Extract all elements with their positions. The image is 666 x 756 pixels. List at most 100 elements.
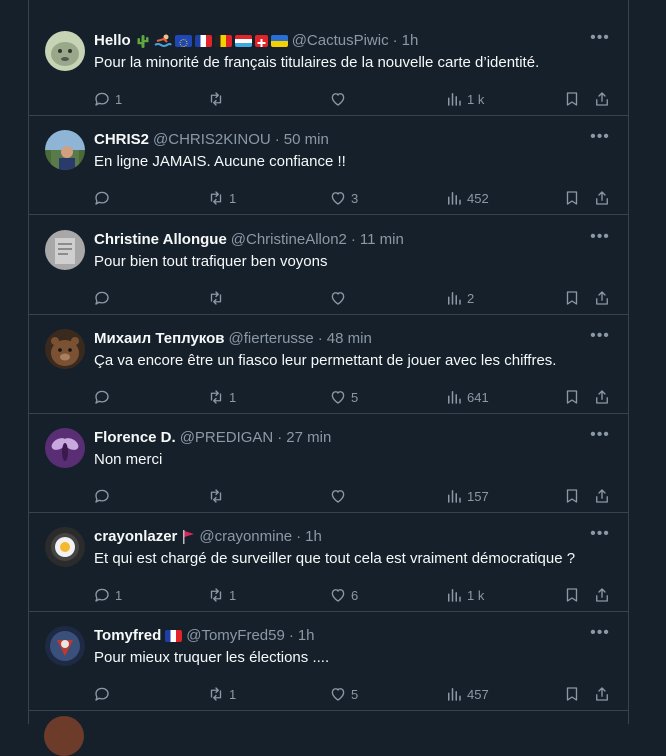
author-handle[interactable]: @CHRIS2KINOU <box>153 130 271 150</box>
like-button[interactable] <box>329 89 351 109</box>
share-button[interactable] <box>593 288 611 308</box>
author-name[interactable]: Tomyfred <box>94 626 161 646</box>
bookmark-button[interactable] <box>563 89 581 109</box>
reply-icon <box>95 687 109 701</box>
views-button[interactable]: 1 k <box>445 89 484 109</box>
avatar[interactable] <box>45 230 85 270</box>
more-options-icon[interactable]: ••• <box>590 625 610 646</box>
views-button[interactable]: 641 <box>445 387 489 407</box>
retweet-button[interactable]: 1 <box>207 684 236 704</box>
share-button[interactable] <box>593 486 611 506</box>
avatar[interactable] <box>45 626 85 666</box>
like-button[interactable]: 3 <box>329 188 358 208</box>
reply-button[interactable] <box>93 486 115 506</box>
like-button[interactable]: 5 <box>329 387 358 407</box>
views-button[interactable]: 457 <box>445 684 489 704</box>
timestamp[interactable]: 11 min <box>360 230 404 250</box>
tweet[interactable]: Florence D. @PREDIGAN · 27 min ••• Non m… <box>29 414 628 513</box>
tweet-text: Et qui est chargé de surveiller que tout… <box>94 550 576 567</box>
author-name[interactable]: Christine Allongue <box>94 230 227 250</box>
retweet-button[interactable] <box>207 288 229 308</box>
bookmark-icon <box>566 588 578 602</box>
bookmark-button[interactable] <box>563 288 581 308</box>
heart-icon <box>331 93 345 106</box>
retweet-button[interactable]: 1 <box>207 387 236 407</box>
author-name[interactable]: Florence D. <box>94 428 176 448</box>
bookmark-icon <box>566 687 578 701</box>
views-icon <box>448 688 461 701</box>
avatar[interactable] <box>45 428 85 468</box>
views-button[interactable]: 2 <box>445 288 474 308</box>
retweet-button[interactable] <box>207 89 229 109</box>
bookmark-button[interactable] <box>563 188 581 208</box>
avatar[interactable] <box>45 31 85 71</box>
author-name[interactable]: CHRIS2 <box>94 130 149 150</box>
like-button[interactable]: 5 <box>329 684 358 704</box>
tweet[interactable]: Christine Allongue @ChristineAllon2 · 11… <box>29 216 628 315</box>
share-icon <box>596 390 608 404</box>
views-icon <box>448 93 461 106</box>
timestamp[interactable]: 48 min <box>327 329 372 349</box>
like-button[interactable] <box>329 288 351 308</box>
timestamp[interactable]: 50 min <box>284 130 329 150</box>
tweet-header: Hello @CactusPiwic · 1h <box>94 31 588 51</box>
timestamp[interactable]: 1h <box>305 527 322 547</box>
more-options-icon[interactable]: ••• <box>590 526 610 547</box>
author-handle[interactable]: @PREDIGAN <box>180 428 274 448</box>
bookmark-button[interactable] <box>563 486 581 506</box>
tweet[interactable]: crayonlazer @crayonmine · 1h ••• Et qui … <box>29 513 628 612</box>
like-button[interactable] <box>329 486 351 506</box>
author-name[interactable]: Hello <box>94 31 131 51</box>
retweet-button[interactable]: 1 <box>207 585 236 605</box>
timestamp[interactable]: 1h <box>402 31 419 51</box>
triangular-flag-icon <box>183 530 195 544</box>
author-handle[interactable]: @CactusPiwic <box>292 31 389 51</box>
timestamp[interactable]: 27 min <box>286 428 331 448</box>
author-handle[interactable]: @crayonmine <box>199 527 292 547</box>
retweet-button[interactable] <box>207 486 229 506</box>
tweet[interactable]: Hello @CactusPiwic · 1h ••• Pour la mino… <box>29 17 628 116</box>
reply-button[interactable] <box>93 387 115 407</box>
share-button[interactable] <box>593 387 611 407</box>
avatar[interactable] <box>45 527 85 567</box>
more-options-icon[interactable]: ••• <box>590 427 610 448</box>
share-button[interactable] <box>593 188 611 208</box>
author-name[interactable]: crayonlazer <box>94 527 177 547</box>
avatar[interactable] <box>45 130 85 170</box>
flag-eu-icon <box>174 35 192 47</box>
timestamp[interactable]: 1h <box>298 626 315 646</box>
more-options-icon[interactable]: ••• <box>590 129 610 150</box>
bookmark-button[interactable] <box>563 684 581 704</box>
more-options-icon[interactable]: ••• <box>590 30 610 51</box>
retweet-icon <box>210 191 222 205</box>
reply-button[interactable]: 1 <box>93 585 122 605</box>
avatar[interactable] <box>45 329 85 369</box>
views-button[interactable]: 1 k <box>445 585 484 605</box>
tweet[interactable]: CHRIS2 @CHRIS2KINOU · 50 min ••• En lign… <box>29 116 628 215</box>
tweet[interactable]: Tomyfred @TomyFred59 · 1h ••• Pour mieux… <box>29 612 628 711</box>
author-handle[interactable]: @ChristineAllon2 <box>231 230 347 250</box>
share-button[interactable] <box>593 585 611 605</box>
share-button[interactable] <box>593 89 611 109</box>
bookmark-button[interactable] <box>563 387 581 407</box>
tweet-actions: 1 5 641 <box>85 387 628 407</box>
bookmark-button[interactable] <box>563 585 581 605</box>
views-button[interactable]: 157 <box>445 486 489 506</box>
reply-button[interactable] <box>93 288 115 308</box>
author-handle[interactable]: @fierterusse <box>229 329 314 349</box>
like-button[interactable]: 6 <box>329 585 358 605</box>
author-handle[interactable]: @TomyFred59 <box>186 626 285 646</box>
more-options-icon[interactable]: ••• <box>590 229 610 250</box>
share-button[interactable] <box>593 684 611 704</box>
retweet-button[interactable]: 1 <box>207 188 236 208</box>
reply-button[interactable]: 1 <box>93 89 122 109</box>
author-name[interactable]: Михаил Теплуков <box>94 329 225 349</box>
reply-button[interactable] <box>93 684 115 704</box>
views-button[interactable]: 452 <box>445 188 489 208</box>
reply-button[interactable] <box>93 188 115 208</box>
more-options-icon[interactable]: ••• <box>590 328 610 349</box>
retweet-icon <box>210 92 222 106</box>
bookmark-icon <box>566 191 578 205</box>
tweet[interactable]: Михаил Теплуков @fierterusse · 48 min ••… <box>29 315 628 414</box>
avatar[interactable] <box>44 716 84 756</box>
